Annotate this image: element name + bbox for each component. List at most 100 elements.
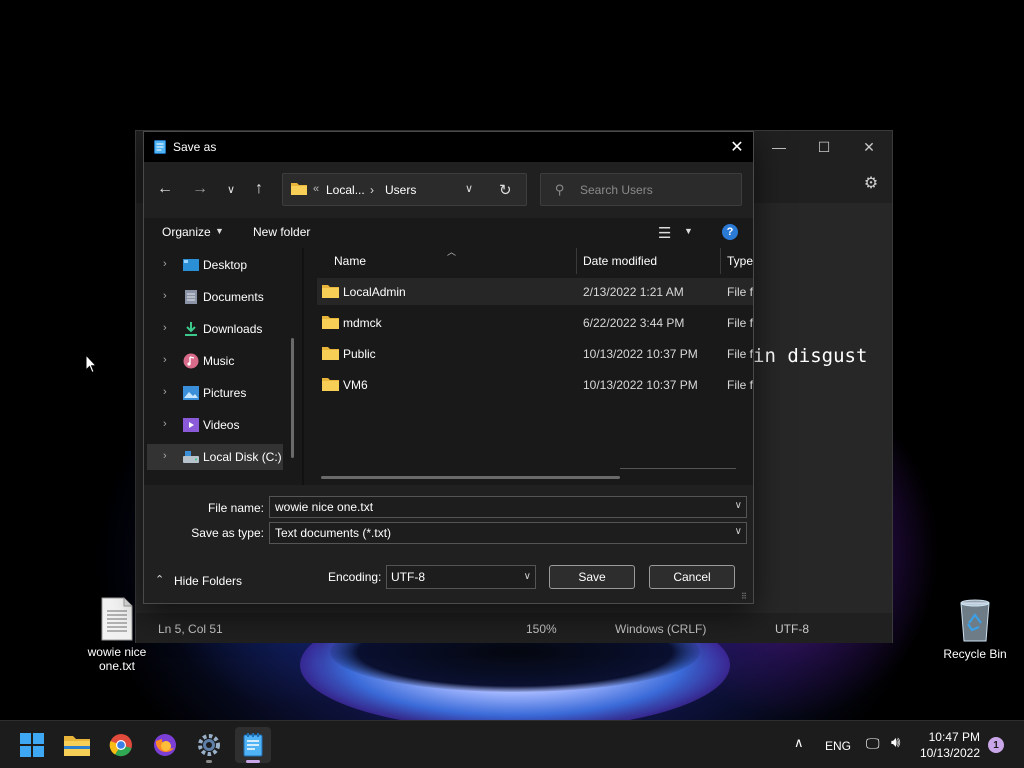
breadcrumb-local[interactable]: Local... xyxy=(326,183,365,197)
file-row[interactable]: LocalAdmin 2/13/2022 1:21 AM File folder xyxy=(317,278,753,305)
volume-icon[interactable]: 🔊︎ xyxy=(891,734,900,751)
file-row[interactable]: Public 10/13/2022 10:37 PM File folder xyxy=(317,340,753,367)
file-date: 2/13/2022 1:21 AM xyxy=(583,285,684,299)
nav-item-videos[interactable]: › Videos xyxy=(147,412,283,438)
address-bar[interactable]: « Local... › Users ∨ ↻ xyxy=(282,173,527,206)
taskbar-settings[interactable] xyxy=(191,727,227,763)
expand-chevron-icon[interactable]: › xyxy=(163,418,167,430)
chevron-down-icon[interactable]: ∨ xyxy=(735,500,742,511)
taskbar-chrome[interactable] xyxy=(103,727,139,763)
help-icon[interactable]: ? xyxy=(722,224,738,240)
search-input[interactable] xyxy=(580,181,730,199)
column-header-type[interactable]: Type xyxy=(727,254,753,268)
expand-chevron-icon[interactable]: › xyxy=(163,258,167,270)
taskbar: ∧ ENG 🖵 🔊︎ 10:47 PM 10/13/2022 1 xyxy=(0,720,1024,768)
settings-gear-icon[interactable]: ⚙ xyxy=(859,171,883,195)
clock-date[interactable]: 10/13/2022 xyxy=(916,746,980,760)
nav-item-label: Local Disk (C:) xyxy=(203,450,282,464)
desktop-icon xyxy=(183,259,199,271)
file-list: ︿ Name Date modified Type LocalAdmin 2/1… xyxy=(304,248,753,485)
videos-icon xyxy=(183,418,199,432)
hide-folders-button[interactable]: ⌃ Hide Folders xyxy=(155,573,245,591)
view-options-icon[interactable]: ☰ xyxy=(658,224,676,242)
forward-arrow-icon[interactable]: → xyxy=(189,178,211,200)
file-name-field[interactable]: ∨ xyxy=(269,496,747,518)
dialog-navigation-bar: ← → ∨ ↑ « Local... › Users ∨ ↻ ⚲ xyxy=(144,162,753,218)
input-language-indicator[interactable]: ENG xyxy=(825,739,851,753)
nav-item-music[interactable]: › Music xyxy=(147,348,283,374)
dialog-bottom-pane: File name: ∨ Save as type: Text document… xyxy=(144,485,753,603)
expand-chevron-icon[interactable]: › xyxy=(163,290,167,302)
file-type: File folder xyxy=(727,285,753,299)
encoding-label: Encoding: xyxy=(328,570,382,584)
horizontal-scrollbar[interactable] xyxy=(321,476,620,479)
encoding-select[interactable]: UTF-8 ∨ xyxy=(386,565,536,589)
expand-chevron-icon[interactable]: › xyxy=(163,386,167,398)
column-header-date[interactable]: Date modified xyxy=(583,254,657,268)
folder-icon xyxy=(322,378,339,391)
view-dropdown-icon[interactable]: ▼ xyxy=(684,226,693,236)
resize-grip-icon[interactable]: ⠿ xyxy=(741,592,747,601)
back-arrow-icon[interactable]: ← xyxy=(154,178,176,200)
breadcrumb-separator-icon[interactable]: › xyxy=(370,183,374,197)
dialog-close-button[interactable]: ✕ xyxy=(722,135,752,159)
show-hidden-icons-chevron-icon[interactable]: ∧ xyxy=(794,735,804,751)
expand-chevron-icon[interactable]: › xyxy=(163,354,167,366)
file-row[interactable]: mdmck 6/22/2022 3:44 PM File folder xyxy=(317,309,753,336)
folder-icon xyxy=(322,347,339,360)
active-indicator xyxy=(246,760,260,763)
expand-chevron-icon[interactable]: › xyxy=(163,322,167,334)
column-header-name[interactable]: Name xyxy=(334,254,366,268)
organize-button[interactable]: Organize xyxy=(162,225,211,239)
nav-item-documents[interactable]: › Documents xyxy=(147,284,283,310)
nav-pane-scrollbar[interactable] xyxy=(291,338,294,458)
clock-time[interactable]: 10:47 PM xyxy=(916,730,980,744)
file-row[interactable]: VM6 10/13/2022 10:37 PM File folder xyxy=(317,371,753,398)
nav-item-downloads[interactable]: › Downloads xyxy=(147,316,283,342)
file-name: mdmck xyxy=(343,316,382,330)
close-button[interactable]: ✕ xyxy=(846,133,892,161)
maximize-button[interactable]: ☐ xyxy=(801,133,847,161)
save-as-type-select[interactable]: Text documents (*.txt) ∨ xyxy=(269,522,747,544)
recycle-bin-shortcut[interactable]: Recycle Bin xyxy=(935,597,1015,661)
nav-item-label: Videos xyxy=(203,418,240,432)
nav-item-local-disk[interactable]: › Local Disk (C:) xyxy=(147,444,283,470)
search-box[interactable]: ⚲ xyxy=(540,173,742,206)
recycle-bin-label: Recycle Bin xyxy=(943,647,1007,661)
taskbar-file-explorer[interactable] xyxy=(59,727,95,763)
dialog-titlebar[interactable]: Save as ✕ xyxy=(144,132,753,162)
file-type: File folder xyxy=(727,347,753,361)
status-encoding: UTF-8 xyxy=(775,622,809,636)
refresh-icon[interactable]: ↻ xyxy=(499,181,512,199)
cancel-button[interactable]: Cancel xyxy=(649,565,735,589)
minimize-button[interactable]: — xyxy=(756,133,802,161)
chevron-down-icon[interactable]: ∨ xyxy=(524,571,531,582)
nav-item-desktop[interactable]: › Desktop xyxy=(147,252,283,278)
file-name-input[interactable] xyxy=(275,500,715,514)
nav-item-pictures[interactable]: › Pictures xyxy=(147,380,283,406)
notification-badge[interactable]: 1 xyxy=(988,737,1004,753)
recent-locations-chevron-icon[interactable]: ∨ xyxy=(220,178,242,200)
file-type: File folder xyxy=(727,378,753,392)
column-divider[interactable] xyxy=(576,248,577,274)
chrome-icon xyxy=(109,734,132,757)
save-button[interactable]: Save xyxy=(549,565,635,589)
dialog-title: Save as xyxy=(173,140,217,154)
desktop-file-label: wowie nice one.txt xyxy=(87,645,147,673)
breadcrumb-users[interactable]: Users xyxy=(385,183,416,197)
chevron-down-icon[interactable]: ∨ xyxy=(735,526,742,537)
file-name: VM6 xyxy=(343,378,368,392)
file-type: File folder xyxy=(727,316,753,330)
column-divider[interactable] xyxy=(720,248,721,274)
taskbar-firefox[interactable] xyxy=(147,727,183,763)
address-overflow-icon[interactable]: « xyxy=(313,183,319,195)
start-button[interactable] xyxy=(14,727,50,763)
file-name: LocalAdmin xyxy=(343,285,406,299)
new-folder-button[interactable]: New folder xyxy=(253,225,310,239)
up-arrow-icon[interactable]: ↑ xyxy=(248,178,270,200)
network-icon[interactable]: 🖵 xyxy=(866,735,880,752)
organize-dropdown-icon[interactable]: ▼ xyxy=(215,226,224,236)
expand-chevron-icon[interactable]: › xyxy=(163,450,167,462)
taskbar-notepad[interactable] xyxy=(235,727,271,763)
address-dropdown-chevron-icon[interactable]: ∨ xyxy=(465,182,473,195)
